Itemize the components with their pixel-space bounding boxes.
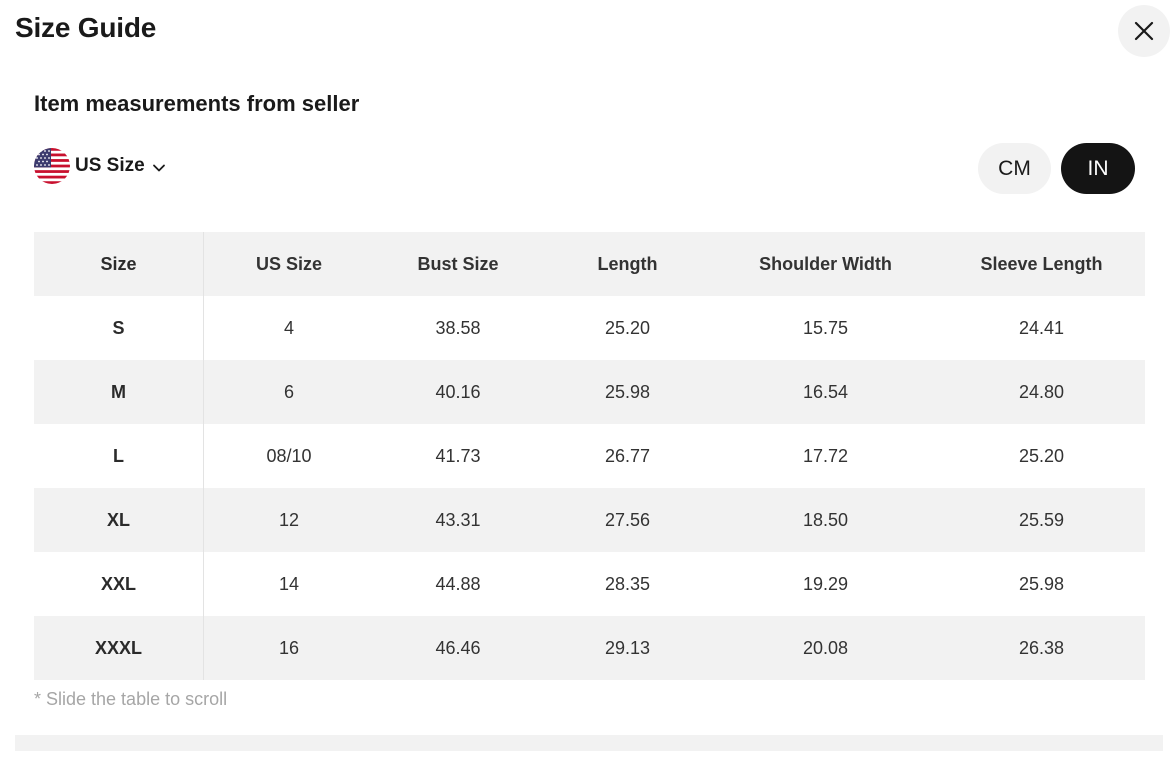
size-cell: S: [34, 296, 204, 360]
size-table-container[interactable]: Size US Size Bust Size Length Shoulder W…: [34, 232, 1145, 680]
sleeve-length-cell: 25.20: [1018, 445, 1065, 466]
sleeve-length-cell: 24.41: [1018, 317, 1065, 338]
size-table: Size US Size Bust Size Length Shoulder W…: [34, 232, 1145, 680]
shoulder-width-cell: 15.75: [802, 317, 849, 338]
unit-in-button[interactable]: IN: [1061, 143, 1135, 194]
column-header-bust-size: Bust Size: [417, 253, 499, 274]
sleeve-length-cell: 24.80: [1018, 381, 1065, 402]
bottom-divider-bar: [15, 735, 1163, 751]
close-icon: [1134, 21, 1154, 41]
column-header-sleeve-length: Sleeve Length: [980, 253, 1103, 274]
size-region-dropdown[interactable]: US Size: [34, 148, 167, 184]
close-button[interactable]: [1118, 5, 1170, 57]
shoulder-width-cell: 16.54: [802, 381, 849, 402]
bust-size-cell: 38.58: [435, 317, 481, 338]
length-cell: 25.20: [604, 317, 651, 338]
us-size-cell: 14: [278, 573, 300, 594]
column-header-shoulder-width: Shoulder Width: [759, 253, 892, 274]
table-row: L 08/10 41.73 26.77 17.72 25.20: [34, 424, 1145, 488]
length-cell: 28.35: [604, 573, 651, 594]
unit-cm-button[interactable]: CM: [978, 143, 1051, 194]
bust-size-cell: 43.31: [435, 509, 481, 530]
chevron-down-icon: [152, 164, 165, 171]
table-header-row: Size US Size Bust Size Length Shoulder W…: [34, 232, 1145, 296]
sleeve-length-cell: 25.98: [1018, 573, 1065, 594]
shoulder-width-cell: 19.29: [802, 573, 849, 594]
us-flag-icon: [34, 148, 70, 184]
size-region-label: US Size: [75, 155, 145, 176]
sleeve-length-cell: 26.38: [1018, 637, 1065, 658]
us-size-cell: 16: [278, 637, 300, 658]
bust-size-cell: 41.73: [435, 445, 481, 466]
column-header-us-size: US Size: [255, 253, 323, 274]
page-title: Size Guide: [15, 12, 157, 43]
us-size-cell: 12: [278, 509, 300, 530]
size-cell: M: [34, 360, 204, 424]
size-cell: XXL: [34, 552, 204, 616]
length-cell: 27.56: [604, 509, 651, 530]
table-row: S 4 38.58 25.20 15.75 24.41: [34, 296, 1145, 360]
us-size-cell: 4: [283, 317, 294, 338]
size-cell: XXXL: [34, 616, 204, 680]
table-row: XL 12 43.31 27.56 18.50 25.59: [34, 488, 1145, 552]
length-cell: 29.13: [604, 637, 651, 658]
size-cell: XL: [34, 488, 204, 552]
column-header-length: Length: [597, 253, 658, 274]
length-cell: 26.77: [604, 445, 651, 466]
section-subtitle: Item measurements from seller: [34, 91, 360, 116]
bust-size-cell: 40.16: [435, 381, 481, 402]
table-row: XXL 14 44.88 28.35 19.29 25.98: [34, 552, 1145, 616]
us-size-cell: 6: [283, 381, 294, 402]
table-row: XXXL 16 46.46 29.13 20.08 26.38: [34, 616, 1145, 680]
column-header-size: Size: [34, 232, 204, 296]
shoulder-width-cell: 18.50: [802, 509, 849, 530]
shoulder-width-cell: 20.08: [802, 637, 849, 658]
scroll-hint: * Slide the table to scroll: [34, 689, 228, 709]
table-row: M 6 40.16 25.98 16.54 24.80: [34, 360, 1145, 424]
bust-size-cell: 44.88: [435, 573, 481, 594]
shoulder-width-cell: 17.72: [802, 445, 849, 466]
size-cell: L: [34, 424, 204, 488]
sleeve-length-cell: 25.59: [1018, 509, 1065, 530]
us-size-cell: 08/10: [266, 445, 312, 466]
length-cell: 25.98: [604, 381, 651, 402]
bust-size-cell: 46.46: [435, 637, 481, 658]
